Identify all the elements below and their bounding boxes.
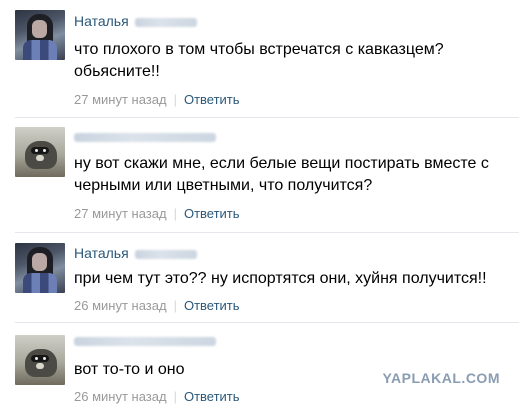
reply-link[interactable]: Ответить — [184, 206, 240, 221]
comment-text: при чем тут это?? ну испортятся они, хуй… — [74, 270, 487, 287]
timestamp[interactable]: 27 минут назад — [74, 92, 167, 107]
author-name[interactable] — [74, 332, 216, 348]
redacted-name — [74, 336, 216, 346]
author-name[interactable] — [74, 128, 216, 144]
redacted-surname — [134, 17, 197, 27]
author-name[interactable]: Наталья — [74, 13, 197, 29]
divider — [15, 322, 519, 323]
timestamp[interactable]: 27 минут назад — [74, 206, 167, 221]
avatar[interactable] — [15, 127, 65, 177]
comment-thread: Наталья что плохого в том чтобы встречат… — [0, 0, 526, 410]
comment-meta: 26 минут назад | Ответить — [74, 298, 240, 313]
author-name[interactable]: Наталья — [74, 245, 197, 261]
avatar[interactable] — [15, 243, 65, 293]
divider — [15, 117, 519, 118]
avatar[interactable] — [15, 335, 65, 385]
divider — [15, 232, 519, 233]
comment-text: что плохого в том чтобы встречатся с кав… — [74, 41, 444, 80]
comment-meta: 26 минут назад | Ответить — [74, 389, 240, 404]
comment-meta: 27 минут назад | Ответить — [74, 206, 240, 221]
timestamp[interactable]: 26 минут назад — [74, 298, 167, 313]
reply-link[interactable]: Ответить — [184, 298, 240, 313]
comment-text: ну вот скажи мне, если белые вещи постир… — [74, 155, 489, 194]
redacted-surname — [134, 249, 197, 259]
watermark: YAPLAKAL.COM — [382, 370, 500, 386]
reply-link[interactable]: Ответить — [184, 92, 240, 107]
avatar[interactable] — [15, 10, 65, 60]
reply-link[interactable]: Ответить — [184, 389, 240, 404]
redacted-name — [74, 132, 216, 142]
comment-meta: 27 минут назад | Ответить — [74, 92, 240, 107]
timestamp[interactable]: 26 минут назад — [74, 389, 167, 404]
